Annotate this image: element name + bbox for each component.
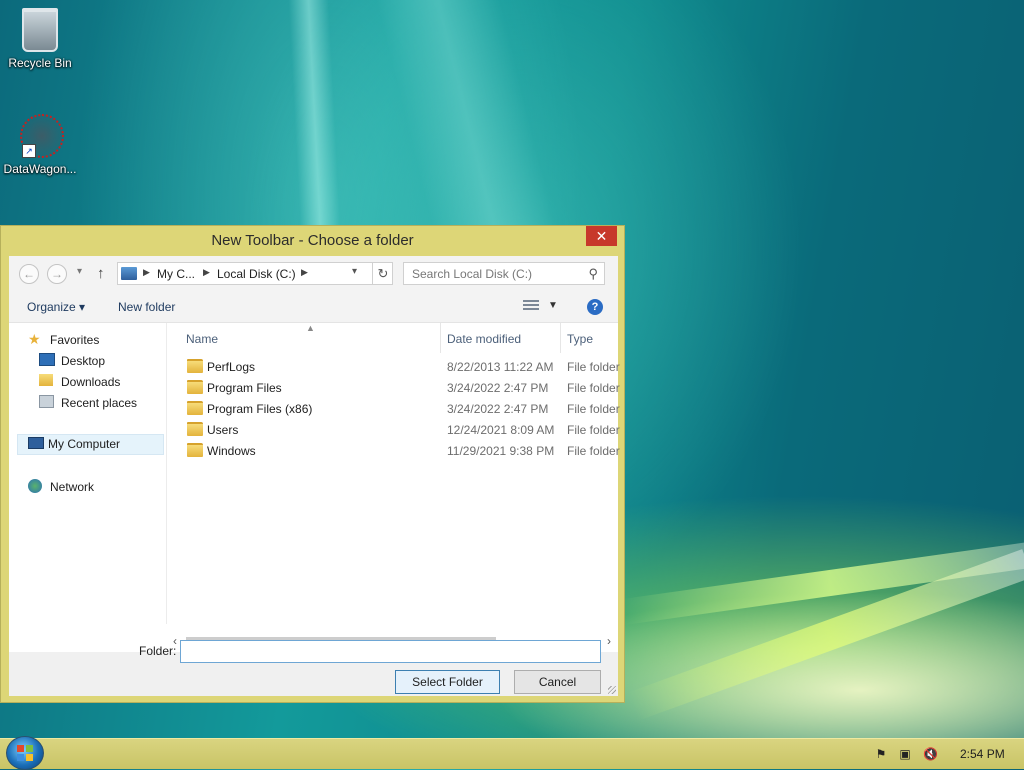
network-icon bbox=[28, 479, 42, 493]
navigation-bar: ← → ▾ ↑ ▶ My C... ▶ Local Disk (C:) ▶ ▾ … bbox=[9, 256, 618, 292]
up-button[interactable]: ↑ bbox=[97, 265, 105, 282]
nav-my-computer-label: My Computer bbox=[48, 437, 121, 451]
folder-row[interactable]: PerfLogs 8/22/2013 11:22 AM File folder bbox=[171, 356, 620, 377]
dialog-titlebar[interactable]: New Toolbar - Choose a folder ✕ bbox=[1, 226, 624, 254]
folder-icon bbox=[187, 401, 203, 415]
column-divider[interactable] bbox=[440, 323, 441, 353]
recent-places-icon bbox=[39, 395, 54, 408]
taskbar: ⚑ ▣ 🔇 2:54 PM bbox=[0, 736, 1024, 770]
folder-type: File folder bbox=[567, 381, 620, 395]
dialog-title: New Toolbar - Choose a folder bbox=[211, 232, 414, 249]
address-dropdown-icon[interactable]: ▾ bbox=[352, 266, 357, 277]
file-list: ▲ Name Date modified Type PerfLogs 8/22/… bbox=[171, 323, 620, 624]
recent-locations-dropdown[interactable]: ▾ bbox=[77, 266, 82, 277]
folder-type: File folder bbox=[567, 402, 620, 416]
folder-name: Users bbox=[207, 423, 239, 437]
computer-icon bbox=[121, 267, 137, 280]
new-folder-button[interactable]: New folder bbox=[118, 300, 175, 314]
desktop-icon-recycle-bin[interactable]: Recycle Bin bbox=[0, 8, 80, 70]
organize-button[interactable]: Organize ▾ bbox=[27, 300, 85, 314]
shortcut-arrow-icon: ↗ bbox=[22, 144, 36, 158]
folder-name: Program Files bbox=[207, 381, 282, 395]
folder-date: 8/22/2013 11:22 AM bbox=[447, 360, 554, 374]
dialog-client: ← → ▾ ↑ ▶ My C... ▶ Local Disk (C:) ▶ ▾ … bbox=[9, 256, 620, 696]
breadcrumb-my-computer[interactable]: My C... bbox=[157, 267, 195, 281]
search-icon[interactable]: ⚲ bbox=[588, 266, 598, 282]
search-box[interactable]: Search Local Disk (C:) ⚲ bbox=[403, 262, 605, 285]
folder-icon bbox=[187, 380, 203, 394]
nav-desktop-label: Desktop bbox=[61, 354, 106, 368]
folder-date: 11/29/2021 9:38 PM bbox=[447, 444, 555, 458]
refresh-button[interactable]: ↻ bbox=[372, 263, 393, 284]
folder-date: 12/24/2021 8:09 AM bbox=[447, 423, 555, 437]
chevron-right-icon[interactable]: ▶ bbox=[301, 267, 308, 278]
select-folder-button[interactable]: Select Folder bbox=[395, 670, 500, 694]
dialog-footer: Folder: Select Folder Cancel bbox=[9, 640, 618, 696]
folder-name: Windows bbox=[207, 444, 256, 458]
clock[interactable]: 2:54 PM bbox=[960, 747, 1005, 761]
forward-button[interactable]: → bbox=[47, 264, 67, 284]
help-icon[interactable]: ? bbox=[587, 299, 603, 315]
folder-row[interactable]: Program Files 3/24/2022 2:47 PM File fol… bbox=[171, 377, 620, 398]
computer-icon bbox=[28, 436, 44, 450]
volume-muted-icon[interactable]: 🔇 bbox=[923, 747, 938, 761]
folder-name: PerfLogs bbox=[207, 360, 256, 374]
recycle-bin-icon bbox=[22, 8, 58, 52]
folder-row[interactable]: Windows 11/29/2021 9:38 PM File folder bbox=[171, 440, 620, 461]
wallpaper-streak bbox=[627, 549, 1024, 721]
nav-network-label: Network bbox=[50, 480, 95, 494]
downloads-icon bbox=[39, 374, 53, 386]
folder-type: File folder bbox=[567, 360, 620, 374]
resize-grip-icon[interactable] bbox=[608, 686, 616, 694]
desktop-icon bbox=[39, 353, 55, 366]
chevron-right-icon[interactable]: ▶ bbox=[203, 267, 210, 278]
windows-logo-icon bbox=[17, 745, 33, 761]
folder-field[interactable] bbox=[180, 640, 601, 663]
nav-my-computer[interactable]: My Computer bbox=[17, 434, 164, 455]
choose-folder-dialog: New Toolbar - Choose a folder ✕ ← → ▾ ↑ … bbox=[0, 225, 625, 703]
column-header-name[interactable]: Name bbox=[186, 332, 218, 346]
desktop-icon-datawagon[interactable]: ↗ DataWagon... bbox=[0, 114, 80, 176]
wallpaper-streak bbox=[620, 540, 1024, 626]
desktop-icon-label: DataWagon... bbox=[3, 162, 77, 176]
close-button[interactable]: ✕ bbox=[586, 226, 617, 246]
folder-date: 3/24/2022 2:47 PM bbox=[447, 381, 549, 395]
network-status-icon[interactable]: ▣ bbox=[898, 747, 912, 761]
folder-name: Program Files (x86) bbox=[207, 402, 313, 416]
folder-icon bbox=[187, 359, 203, 373]
star-icon: ★ bbox=[28, 331, 41, 347]
folder-type: File folder bbox=[567, 423, 620, 437]
cancel-button[interactable]: Cancel bbox=[514, 670, 601, 694]
folder-label: Folder: bbox=[139, 644, 177, 658]
folder-type: File folder bbox=[567, 444, 620, 458]
column-header-date-modified[interactable]: Date modified bbox=[447, 332, 521, 346]
action-center-flag-icon[interactable]: ⚑ bbox=[874, 747, 888, 761]
column-header-type[interactable]: Type bbox=[567, 332, 593, 346]
start-button[interactable] bbox=[6, 736, 44, 770]
folder-icon bbox=[187, 443, 203, 457]
column-divider[interactable] bbox=[560, 323, 561, 353]
chevron-right-icon[interactable]: ▶ bbox=[143, 267, 150, 278]
navigation-pane: ★ Favorites Desktop Downloads Recent pla… bbox=[9, 323, 167, 624]
folder-row[interactable]: Users 12/24/2021 8:09 AM File folder bbox=[171, 419, 620, 440]
folder-date: 3/24/2022 2:47 PM bbox=[447, 402, 549, 416]
breadcrumb-local-disk[interactable]: Local Disk (C:) bbox=[217, 267, 296, 281]
folder-icon bbox=[187, 422, 203, 436]
sort-ascending-icon: ▲ bbox=[306, 323, 315, 333]
nav-recent-places-label: Recent places bbox=[61, 396, 138, 410]
desktop-icon-label: Recycle Bin bbox=[8, 56, 72, 70]
view-dropdown-icon[interactable]: ▼ bbox=[548, 300, 558, 311]
nav-downloads-label: Downloads bbox=[61, 375, 121, 389]
address-bar[interactable]: ▶ My C... ▶ Local Disk (C:) ▶ ▾ ↻ bbox=[117, 262, 393, 285]
back-button[interactable]: ← bbox=[19, 264, 39, 284]
view-options-icon[interactable] bbox=[523, 300, 539, 312]
nav-favorites-label: Favorites bbox=[50, 333, 100, 347]
command-bar: Organize ▾ New folder ▼ ? bbox=[9, 292, 618, 323]
search-input[interactable]: Search Local Disk (C:) bbox=[412, 267, 532, 281]
folder-row[interactable]: Program Files (x86) 3/24/2022 2:47 PM Fi… bbox=[171, 398, 620, 419]
scroll-right-icon[interactable]: › bbox=[607, 634, 611, 648]
